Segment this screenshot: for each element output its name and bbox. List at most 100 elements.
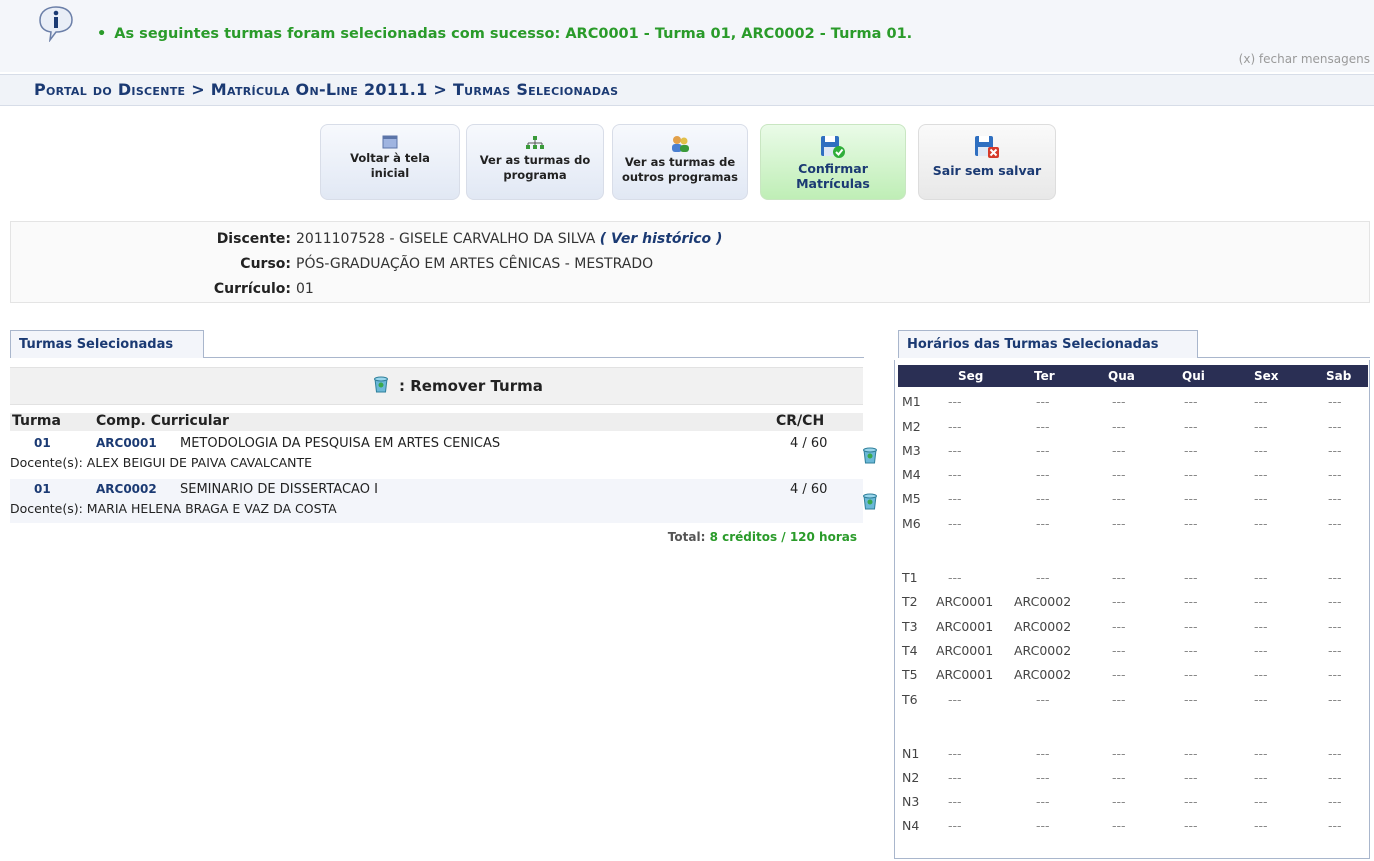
slot-label: M3 [902, 443, 921, 458]
row-turma: 01 [34, 436, 51, 450]
tab-underline-right [1198, 357, 1370, 358]
header-comp: Comp. Curricular [96, 413, 229, 429]
schedule-cell: --- [948, 818, 962, 833]
schedule-cell: --- [1112, 794, 1126, 809]
row-turma: 01 [34, 482, 51, 496]
schedule-cell: --- [1254, 746, 1268, 761]
schedule-cell: ARC0001 [936, 667, 994, 682]
schedule-cell: --- [948, 443, 962, 458]
schedule-cell: --- [1328, 419, 1342, 434]
slot-label: T4 [902, 643, 918, 658]
schedule-cell: --- [1328, 467, 1342, 482]
schedule-cell: --- [1184, 746, 1198, 761]
schedule-cell: --- [1328, 770, 1342, 785]
classes-table-header: Turma Comp. Curricular CR/CH [10, 413, 863, 431]
schedule-cell: --- [1036, 419, 1050, 434]
schedule-row: M4 --- --- --- --- --- --- [902, 464, 1372, 486]
message-bar: • As seguintes turmas foram selecionadas … [0, 0, 1374, 72]
schedule-cell: --- [1328, 443, 1342, 458]
program-classes-button[interactable]: Ver as turmas do programa [466, 124, 604, 200]
course-row: Curso: PÓS-GRADUAÇÃO EM ARTES CÊNICAS - … [240, 256, 654, 272]
tab-selected-schedules[interactable]: Horários das Turmas Selecionadas [898, 330, 1198, 358]
trash-icon [374, 376, 388, 393]
schedule-cell: --- [1112, 619, 1126, 634]
exit-without-saving-button[interactable]: Sair sem salvar [918, 124, 1056, 200]
slot-label: M1 [902, 394, 921, 409]
slot-label: T6 [902, 692, 918, 707]
schedule-cell: --- [1328, 394, 1342, 409]
page-title: Portal do Discente > Matrícula On-Line 2… [34, 80, 619, 99]
schedule-cell: --- [1254, 818, 1268, 833]
schedule-cell: --- [1184, 692, 1198, 707]
schedule-cell: --- [1112, 394, 1126, 409]
back-home-button[interactable]: Voltar à tela inicial [320, 124, 460, 200]
schedule-row: T4 ARC0001 ARC0002 --- --- --- --- [902, 640, 1372, 662]
schedule-cell: --- [1184, 643, 1198, 658]
schedule-cell: --- [1254, 419, 1268, 434]
close-messages-link[interactable]: (x) fechar mensagens [1239, 52, 1370, 66]
slot-label: T3 [902, 619, 918, 634]
schedule-row: N1 --- --- --- --- --- --- [902, 743, 1372, 765]
hierarchy-icon [526, 136, 544, 149]
schedule-header: Seg Ter Qua Qui Sex Sab [898, 365, 1368, 387]
schedule-row: N3 --- --- --- --- --- --- [902, 791, 1372, 813]
schedule-cell: --- [1036, 746, 1050, 761]
schedule-cell: --- [1184, 467, 1198, 482]
schedule-cell: --- [1328, 491, 1342, 506]
schedule-cell: --- [1036, 794, 1050, 809]
remove-class-icon[interactable] [860, 491, 880, 511]
schedule-cell: --- [1036, 467, 1050, 482]
schedule-cell: --- [1328, 794, 1342, 809]
schedule-cell: --- [1254, 667, 1268, 682]
schedule-cell: --- [1112, 667, 1126, 682]
schedule-cell: --- [1036, 818, 1050, 833]
remove-class-icon[interactable] [860, 445, 880, 465]
schedule-cell: --- [948, 516, 962, 531]
curriculum-value: 01 [296, 281, 314, 297]
schedule-cell: --- [1328, 746, 1342, 761]
schedule-row: T6 --- --- --- --- --- --- [902, 689, 1372, 711]
schedule-cell: --- [948, 570, 962, 585]
row-crch: 4 / 60 [790, 436, 828, 451]
schedule-cell: --- [1036, 394, 1050, 409]
student-row: Discente: 2011107528 - GISELE CARVALHO D… [216, 231, 723, 247]
table-row: 01 ARC0002 SEMINARIO DE DISSERTACAO I 4 … [10, 479, 877, 523]
schedule-cell: ARC0002 [1014, 667, 1072, 682]
slot-label: N3 [902, 794, 920, 809]
schedule-cell: ARC0001 [936, 594, 994, 609]
schedule-cell: --- [948, 794, 962, 809]
schedule-cell: --- [1328, 619, 1342, 634]
schedule-cell: --- [1254, 643, 1268, 658]
slot-label: N4 [902, 818, 920, 833]
other-programs-button[interactable]: Ver as turmas de outros programas [612, 124, 748, 200]
slot-label: M5 [902, 491, 921, 506]
schedule-cell: --- [1112, 818, 1126, 833]
schedule-cell: --- [1112, 491, 1126, 506]
row-docente: Docente(s): ALEX BEIGUI DE PAIVA CAVALCA… [10, 455, 313, 470]
schedule-cell: --- [1328, 594, 1342, 609]
schedule-cell: --- [1036, 692, 1050, 707]
schedule-cell: --- [1112, 570, 1126, 585]
schedule-cell: --- [1254, 491, 1268, 506]
row-code[interactable]: ARC0001 [96, 436, 157, 450]
save-cancel-icon [975, 136, 999, 158]
curriculum-row: Currículo: 01 [213, 281, 314, 297]
schedule-cell: --- [1112, 467, 1126, 482]
schedule-cell: --- [1328, 667, 1342, 682]
tab-selected-classes[interactable]: Turmas Selecionadas [10, 330, 204, 358]
selected-classes-panel: : Remover Turma Turma Comp. Curricular C… [10, 359, 877, 859]
schedule-row: N4 --- --- --- --- --- --- [902, 815, 1372, 837]
schedule-cell: --- [1254, 394, 1268, 409]
schedule-cell: --- [1036, 770, 1050, 785]
view-history-link[interactable]: ( Ver histórico ) [600, 231, 723, 247]
row-code[interactable]: ARC0002 [96, 482, 157, 496]
total-summary: Total: 8 créditos / 120 horas [668, 530, 857, 544]
schedule-cell: --- [1254, 594, 1268, 609]
schedule-row: T5 ARC0001 ARC0002 --- --- --- --- [902, 664, 1372, 686]
schedule-cell: --- [1254, 770, 1268, 785]
schedule-cell: --- [1184, 394, 1198, 409]
confirm-enrollment-button[interactable]: Confirmar Matrículas [760, 124, 906, 200]
student-info-box: Discente: 2011107528 - GISELE CARVALHO D… [10, 221, 1370, 303]
schedule-cell: --- [1112, 443, 1126, 458]
schedule-cell: ARC0002 [1014, 619, 1072, 634]
